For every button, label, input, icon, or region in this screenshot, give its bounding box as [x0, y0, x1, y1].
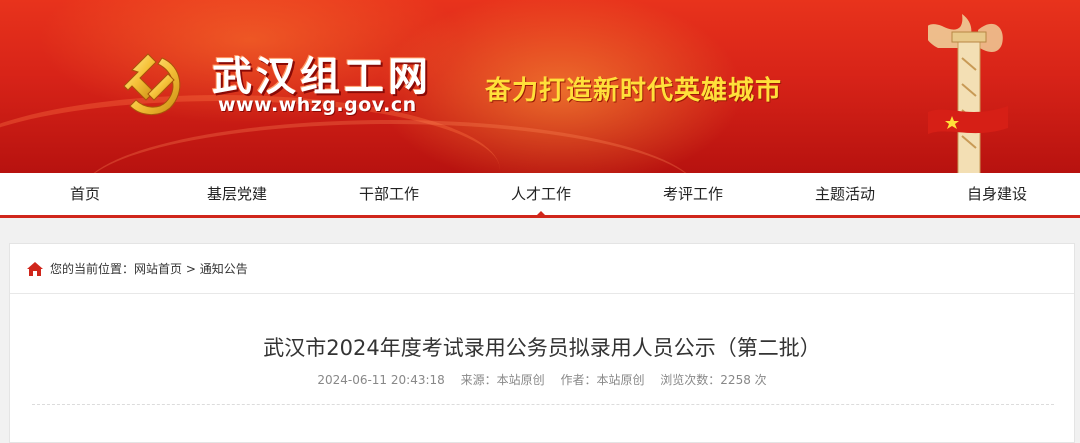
- nav-item-talent-work[interactable]: 人才工作: [465, 173, 617, 218]
- main-nav: 首页 基层党建 干部工作 人才工作 考评工作 主题活动 自身建设: [0, 173, 1080, 218]
- breadcrumb-text: 您的当前位置：网站首页 > 通知公告: [50, 260, 248, 278]
- divider: [32, 404, 1054, 405]
- content-panel: 您的当前位置：网站首页 > 通知公告 武汉市2024年度考试录用公务员拟录用人员…: [9, 243, 1075, 443]
- breadcrumb-home-link[interactable]: 网站首页: [134, 262, 182, 276]
- article-author: 作者：本站原创: [560, 373, 645, 387]
- nav-item-home[interactable]: 首页: [9, 173, 161, 215]
- nav-item-self-construction[interactable]: 自身建设: [921, 173, 1073, 215]
- nav-item-assessment-work[interactable]: 考评工作: [617, 173, 769, 215]
- breadcrumb: 您的当前位置：网站首页 > 通知公告: [10, 244, 1074, 294]
- nav-item-grassroots-party[interactable]: 基层党建: [161, 173, 313, 215]
- banner-slogan: 奋力打造新时代英雄城市: [485, 76, 783, 106]
- nav-item-cadre-work[interactable]: 干部工作: [313, 173, 465, 215]
- breadcrumb-prefix: 您的当前位置：: [50, 262, 135, 276]
- huabiao-pillar-icon: [928, 14, 1008, 173]
- home-icon: [27, 262, 43, 276]
- article-title: 武汉市2024年度考试录用公务员拟录用人员公示（第二批）: [263, 336, 821, 360]
- breadcrumb-current-link[interactable]: 通知公告: [200, 262, 248, 276]
- site-url[interactable]: www.whzg.gov.cn: [218, 94, 417, 116]
- breadcrumb-separator: >: [182, 262, 200, 276]
- article-meta: 2024-06-11 20:43:18 来源：本站原创 作者：本站原创 浏览次数…: [10, 371, 1074, 388]
- article-source: 来源：本站原创: [460, 373, 545, 387]
- nav-item-theme-activities[interactable]: 主题活动: [769, 173, 921, 215]
- article-views: 浏览次数：2258 次: [660, 373, 767, 387]
- header-banner: 武汉组工网 www.whzg.gov.cn 奋力打造新时代英雄城市: [0, 0, 1080, 173]
- article-datetime: 2024-06-11 20:43:18: [317, 373, 445, 387]
- party-emblem-icon: [123, 53, 181, 115]
